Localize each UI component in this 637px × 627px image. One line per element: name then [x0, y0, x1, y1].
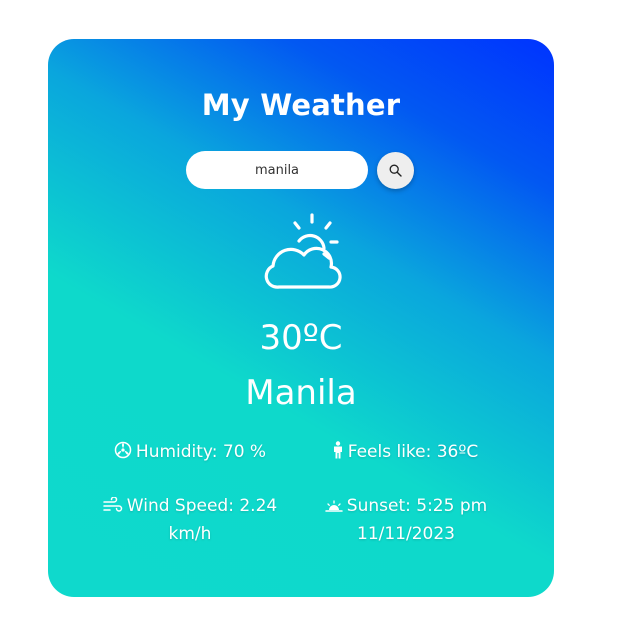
- feels-like-detail: Feels like: 36ºC: [310, 438, 500, 466]
- sunset-icon: [325, 500, 343, 512]
- wind-icon: [103, 497, 123, 512]
- wind-speed-detail: Wind Speed: 2.24 km/h: [84, 492, 296, 548]
- search-button[interactable]: [377, 152, 414, 189]
- temperature: 30ºC: [259, 318, 343, 358]
- sunset-date: 11/11/2023: [357, 524, 455, 544]
- sunset-detail: Sunset: 5:25 pm 11/11/2023: [306, 492, 506, 548]
- search-bar: [186, 151, 416, 191]
- feels-like-text: Feels like: 36ºC: [347, 442, 479, 462]
- person-icon: [333, 441, 342, 459]
- wind-speed-text-line2: km/h: [168, 524, 212, 544]
- city-name: Manila: [245, 373, 357, 413]
- search-input[interactable]: [186, 151, 368, 189]
- app-title: My Weather: [201, 88, 401, 122]
- search-icon: [389, 164, 402, 177]
- humidity-text: Humidity: 70 %: [135, 442, 267, 462]
- sunset-text-line1: Sunset: 5:25 pm: [346, 496, 488, 516]
- partly-cloudy-icon: [264, 213, 342, 289]
- wind-speed-text-line1: Wind Speed: 2.24: [126, 496, 278, 516]
- humidity-icon: [114, 441, 132, 459]
- humidity-detail: Humidity: 70 %: [88, 438, 292, 466]
- weather-card: My Weather 30ºC Manila: [48, 39, 554, 597]
